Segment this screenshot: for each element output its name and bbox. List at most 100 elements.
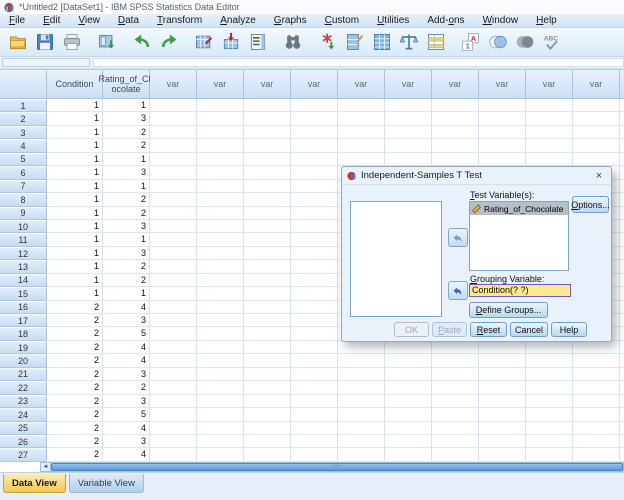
cell-rating[interactable]: 3 (103, 367, 150, 382)
cell-empty[interactable] (432, 394, 479, 409)
cell-empty[interactable] (526, 340, 573, 355)
cell-empty[interactable] (244, 152, 291, 167)
cell-condition[interactable]: 2 (47, 327, 103, 341)
cell-empty[interactable] (432, 340, 479, 355)
cell-empty[interactable] (573, 394, 620, 409)
cell-empty[interactable] (150, 233, 197, 247)
cell-empty[interactable] (291, 300, 338, 314)
column-header-var[interactable]: var (291, 69, 338, 99)
redo-button[interactable] (155, 30, 182, 55)
cell-empty[interactable] (291, 99, 338, 113)
cell-empty[interactable] (432, 152, 479, 167)
menu-utilities[interactable]: Utilities (368, 14, 418, 28)
cell-condition[interactable]: 1 (47, 246, 103, 261)
cell-empty[interactable] (291, 273, 338, 288)
row-header[interactable]: 17 (0, 314, 47, 328)
cell-empty[interactable] (291, 219, 338, 234)
insert-variable-button[interactable] (341, 30, 368, 55)
cell-empty[interactable] (244, 354, 291, 368)
menu-add-ons[interactable]: Add-ons (418, 14, 473, 28)
cell-empty[interactable] (244, 99, 291, 113)
cell-rating[interactable]: 3 (103, 112, 150, 126)
row-header[interactable]: 6 (0, 166, 47, 180)
cell-empty[interactable] (197, 193, 244, 207)
show-all-variables-button[interactable] (511, 30, 538, 55)
row-header[interactable]: 16 (0, 300, 47, 314)
cell-empty[interactable] (150, 260, 197, 274)
cell-condition[interactable]: 2 (47, 421, 103, 435)
cell-empty[interactable] (244, 408, 291, 422)
cell-empty[interactable] (573, 434, 620, 449)
cell-empty[interactable] (150, 246, 197, 261)
cell-empty[interactable] (385, 99, 432, 113)
dialog-title-bar[interactable]: Independent-Samples T Test × (342, 167, 611, 185)
open-file-button[interactable] (4, 30, 31, 55)
cell-empty[interactable] (526, 367, 573, 382)
cell-empty[interactable] (620, 233, 624, 247)
cell-condition[interactable]: 1 (47, 139, 103, 153)
cell-rating[interactable]: 5 (103, 408, 150, 422)
cell-empty[interactable] (479, 139, 526, 153)
cell-condition[interactable]: 1 (47, 233, 103, 247)
cell-empty[interactable] (197, 206, 244, 220)
menu-view[interactable]: View (69, 14, 109, 28)
cell-empty[interactable] (291, 139, 338, 153)
row-header[interactable]: 25 (0, 421, 47, 435)
cell-rating[interactable]: 1 (103, 99, 150, 113)
move-test-variable-button[interactable] (448, 228, 468, 247)
cell-empty[interactable] (291, 260, 338, 274)
cell-empty[interactable] (620, 153, 624, 167)
column-header-var[interactable]: var (479, 69, 526, 99)
cell-rating[interactable]: 2 (103, 206, 150, 220)
use-variable-sets-button[interactable] (484, 30, 511, 55)
cell-empty[interactable] (479, 340, 526, 355)
split-file-button[interactable] (368, 30, 395, 55)
cell-empty[interactable] (197, 219, 244, 234)
cell-empty[interactable] (291, 179, 338, 194)
cell-empty[interactable] (385, 152, 432, 167)
row-header[interactable]: 11 (0, 233, 47, 247)
cell-empty[interactable] (526, 354, 573, 368)
cell-empty[interactable] (526, 421, 573, 435)
cell-rating[interactable]: 1 (103, 152, 150, 167)
cell-empty[interactable] (291, 327, 338, 341)
cell-empty[interactable] (291, 287, 338, 301)
cell-condition[interactable]: 2 (47, 448, 103, 462)
cell-empty[interactable] (197, 179, 244, 194)
reset-button[interactable]: Reset (470, 322, 507, 337)
cell-empty[interactable] (291, 125, 338, 140)
cell-empty[interactable] (150, 300, 197, 314)
cell-condition[interactable]: 1 (47, 219, 103, 234)
cell-empty[interactable] (526, 139, 573, 153)
test-variable-item[interactable]: Rating_of_Chocolate (470, 202, 568, 215)
cell-empty[interactable] (385, 125, 432, 140)
cell-rating[interactable]: 3 (103, 246, 150, 261)
scroll-left-arrow-icon[interactable]: ◄ (41, 463, 51, 471)
cell-rating[interactable]: 2 (103, 381, 150, 395)
cell-empty[interactable] (338, 99, 385, 113)
cell-empty[interactable] (338, 152, 385, 167)
cell-empty[interactable] (338, 139, 385, 153)
cell-rating[interactable]: 4 (103, 448, 150, 462)
cell-empty[interactable] (291, 166, 338, 180)
cell-empty[interactable] (197, 327, 244, 341)
cell-rating[interactable]: 3 (103, 314, 150, 328)
menu-help[interactable]: Help (527, 14, 566, 28)
cell-empty[interactable] (620, 112, 624, 126)
cell-empty[interactable] (291, 193, 338, 207)
cell-empty[interactable] (385, 112, 432, 126)
test-variable-list[interactable]: Rating_of_Chocolate (469, 201, 569, 271)
cell-empty[interactable] (526, 434, 573, 449)
cell-empty[interactable] (244, 434, 291, 449)
cell-empty[interactable] (150, 340, 197, 355)
column-header-var[interactable]: var (150, 69, 197, 99)
cell-empty[interactable] (291, 314, 338, 328)
cell-empty[interactable] (432, 99, 479, 113)
cell-empty[interactable] (244, 340, 291, 355)
cell-empty[interactable] (432, 367, 479, 382)
cell-empty[interactable] (620, 435, 624, 449)
cell-empty[interactable] (150, 448, 197, 462)
cell-empty[interactable] (620, 193, 624, 207)
cell-condition[interactable]: 2 (47, 354, 103, 368)
cell-empty[interactable] (244, 394, 291, 409)
